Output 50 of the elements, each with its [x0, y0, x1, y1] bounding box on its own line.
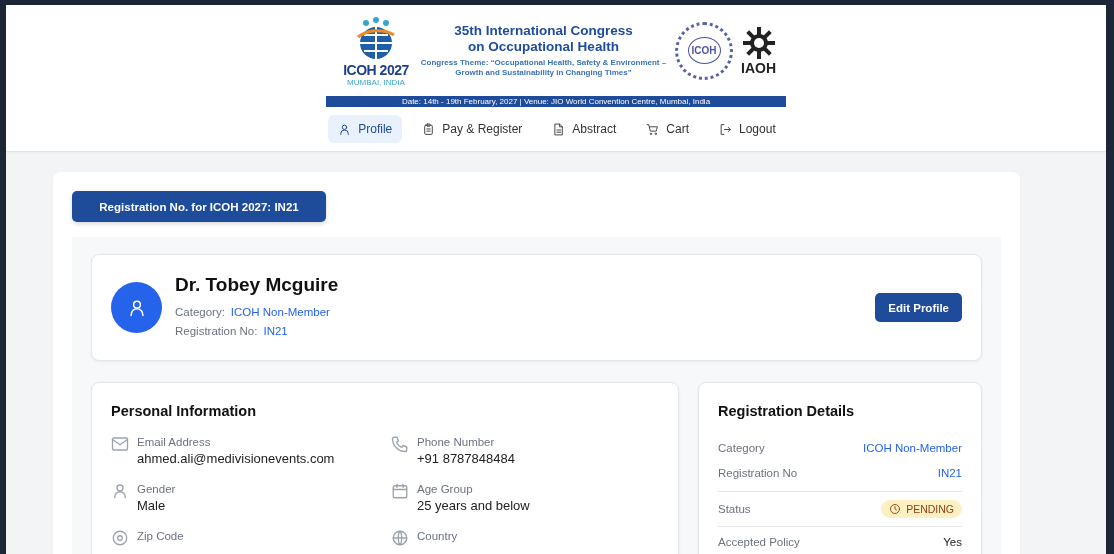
profile-name: Dr. Tobey Mcguire — [175, 274, 340, 296]
field-value: Male — [137, 497, 167, 515]
calendar-icon — [391, 482, 409, 500]
field-label: Zip Code — [137, 529, 184, 543]
field-value: +91 8787848484 — [417, 450, 515, 468]
globe-icon — [391, 529, 409, 547]
event-info-bar: Date: 14th - 19th February, 2027 | Venue: JIO World Convention Centre, Mumbai, India — [326, 96, 786, 107]
congress-title: 35th International Congress — [453, 23, 634, 39]
clock-icon — [889, 503, 902, 515]
profile-detail: Category: ICOH Non-Member — [175, 305, 331, 320]
field-value: ahmed.ali@medivisionevents.com — [137, 450, 335, 468]
seal-logo: ICOH — [675, 21, 733, 80]
registration-number-button[interactable]: Registration No. for ICOH 2027: IN21 — [72, 191, 326, 222]
nav-tab[interactable]: Pay & Register — [412, 115, 533, 143]
user-icon — [111, 482, 129, 500]
congress-title: on Occupational Health — [467, 39, 620, 55]
field-label: Phone Number — [417, 435, 496, 449]
detail-label: Status — [718, 503, 751, 515]
field-label: Country — [417, 529, 458, 543]
detail-label: Accepted Policy — [718, 536, 800, 548]
nav-tab[interactable]: Cart — [636, 115, 699, 143]
congress-theme: Congress Theme: “Occupational Health, Safety & Environment – Growth and Sustainability in Changing Times” — [420, 58, 667, 78]
nav-tab[interactable]: Abstract — [542, 115, 627, 143]
emblem-icon — [741, 25, 776, 60]
field-label: Age Group — [417, 482, 474, 496]
logo-subtitle: MUMBAI, INDIA — [347, 77, 405, 87]
edit-profile-button[interactable]: Edit Profile — [875, 293, 962, 322]
detail-label: Category — [718, 441, 765, 454]
profile-detail: Registration No: IN21 — [175, 324, 289, 339]
detail-value: IN21 — [937, 466, 962, 479]
mail-icon — [111, 435, 129, 453]
cart-icon — [646, 122, 660, 136]
field-label: Gender — [137, 482, 176, 496]
document-icon — [552, 122, 566, 136]
user-icon — [338, 122, 352, 136]
phone-icon — [391, 435, 409, 453]
detail-label: Registration No — [718, 466, 798, 479]
logout-icon — [719, 122, 732, 136]
detail-value: Yes — [943, 536, 962, 548]
status-badge: PENDING — [881, 500, 962, 518]
detail-value: ICOH Non-Member — [862, 441, 962, 454]
section-title: Registration Details — [718, 403, 856, 419]
nav-tab[interactable]: Profile — [328, 115, 403, 143]
field-label: Email Address — [137, 435, 212, 449]
clipboard-icon — [422, 122, 436, 136]
nav-tab[interactable]: Logout — [709, 115, 786, 143]
logo-title: ICOH 2027 — [343, 62, 409, 78]
field-value: 25 years and below — [417, 497, 530, 515]
partner-logo-text: IAOH — [741, 59, 776, 76]
section-title: Personal Information — [111, 403, 258, 419]
